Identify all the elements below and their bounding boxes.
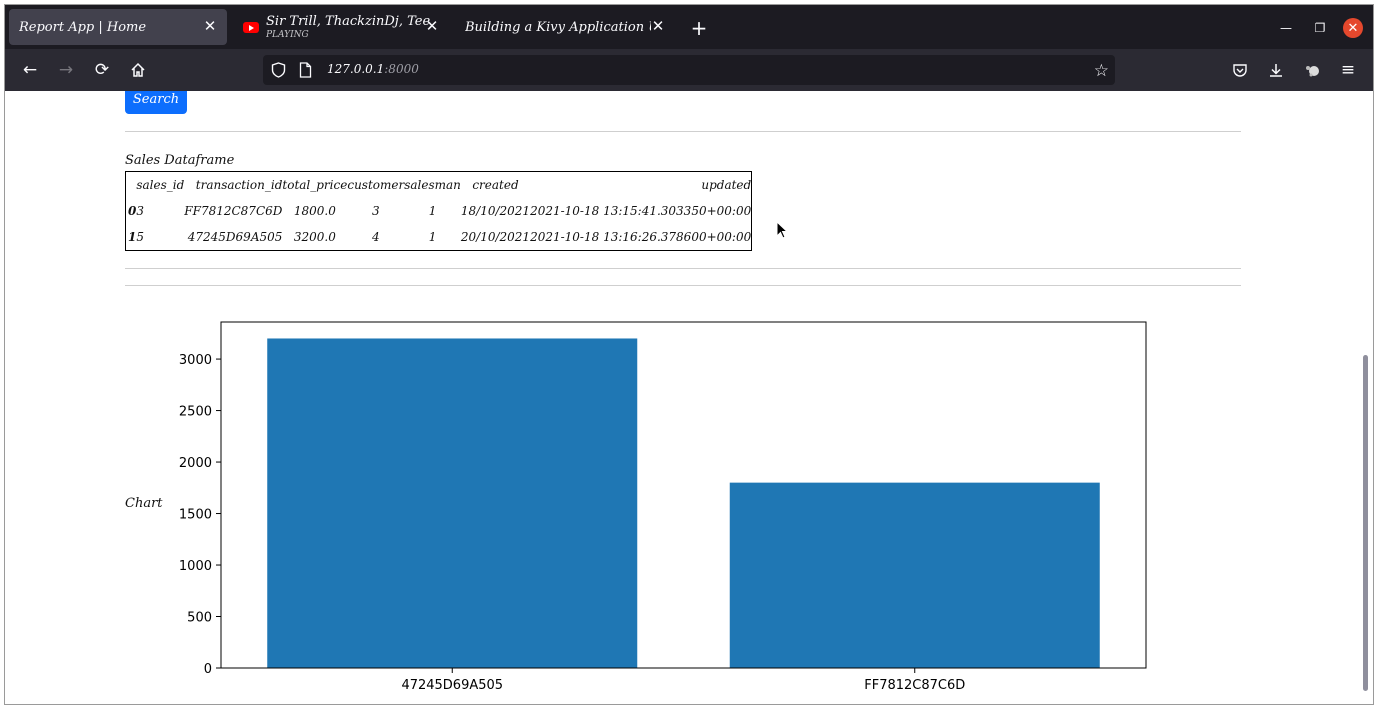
youtube-icon [243, 21, 259, 33]
sales-dataframe-table: sales_id transaction_id total_price cust… [125, 171, 753, 251]
column-header: salesman [404, 178, 461, 192]
close-tab-icon[interactable]: ✕ [649, 17, 667, 35]
tab-strip: Report App | Home ✕ Sir Trill, ThackzinD… [5, 5, 1373, 49]
home-icon[interactable] [125, 57, 151, 83]
chart-bar [729, 482, 1100, 668]
table-cell: 1 [128, 230, 137, 244]
table-cell: 1 [428, 204, 437, 218]
minimize-icon[interactable]: — [1275, 18, 1297, 38]
table-cell: FF7812C87C6D [184, 204, 283, 218]
divider [125, 268, 1241, 269]
table-cell: 5 [136, 230, 144, 244]
table-cell: 1800.0 [293, 204, 336, 218]
tab-playing-label: PLAYING [266, 30, 309, 40]
hamburger-menu-icon[interactable]: ≡ [1335, 57, 1361, 83]
url-bar[interactable]: 127.0.0.1:8000 ☆ [263, 55, 1115, 85]
y-tick-label: 2500 [179, 405, 212, 420]
table-cell: 47245D69A505 [187, 230, 283, 244]
divider [125, 285, 1241, 286]
y-tick-label: 1500 [179, 508, 212, 523]
scrollbar-thumb[interactable] [1363, 355, 1368, 691]
close-tab-icon[interactable]: ✕ [201, 17, 219, 35]
mouse-cursor-icon [776, 221, 789, 239]
new-tab-plus-icon[interactable]: + [687, 16, 711, 40]
url-port: :8000 [384, 62, 419, 76]
restore-icon[interactable]: ❐ [1309, 18, 1331, 38]
tab-youtube[interactable]: Sir Trill, ThackzinDj, Tee Jay - PLAYING… [233, 9, 449, 45]
table-cell: 1 [428, 230, 437, 244]
bar-chart: 47245D69A505 FF7812C87C6D 0 500 1000 1500 2000… [179, 321, 1147, 693]
table-cell: 2021-10-18 13:16:26.378600+00:00 [530, 230, 752, 244]
table-cell: 3200.0 [293, 230, 336, 244]
column-header: total_price [282, 178, 348, 192]
shield-icon[interactable] [271, 62, 286, 82]
y-tick-label: 3000 [179, 353, 212, 368]
url-text[interactable]: 127.0.0.1:8000 [327, 62, 419, 76]
dataframe-title: Sales Dataframe [125, 153, 235, 168]
back-arrow-icon[interactable]: ← [17, 57, 43, 83]
y-tick-label: 1000 [179, 559, 212, 574]
y-tick-label: 0 [204, 662, 212, 677]
y-tick-label: 500 [187, 611, 212, 626]
forward-arrow-icon[interactable]: → [53, 57, 79, 83]
page-info-icon[interactable] [299, 62, 312, 82]
table-cell: 0 [128, 204, 137, 218]
tab-title: Report App | Home [19, 19, 147, 35]
x-tick-label: FF7812C87C6D [864, 678, 965, 693]
table-cell: 4 [371, 230, 380, 244]
table-cell: 3 [371, 204, 380, 218]
table-header-row: sales_id transaction_id total_price cust… [126, 172, 752, 199]
column-header: sales_id [136, 178, 185, 192]
table-cell: 20/10/2021 [460, 230, 531, 244]
url-host: 127.0.0.1 [327, 62, 385, 76]
tab-title: Building a Kivy Application Using [465, 19, 651, 35]
divider [125, 131, 1241, 132]
page-content: Search Sales Dataframe sales_id transact… [5, 91, 1361, 704]
window-close-icon[interactable]: ✕ [1343, 18, 1363, 38]
table-cell: 18/10/2021 [460, 204, 531, 218]
table-row: 1 5 47245D69A505 3200.0 4 1 20/10/2021 2… [126, 224, 752, 251]
tab-report-app[interactable]: Report App | Home ✕ [9, 9, 227, 45]
close-tab-icon[interactable]: ✕ [423, 17, 441, 35]
column-header: transaction_id [195, 178, 283, 192]
bookmark-star-icon[interactable]: ☆ [1094, 61, 1109, 81]
chart-bar [267, 338, 638, 668]
y-tick-label: 2000 [179, 456, 212, 471]
column-header: customer [347, 178, 405, 192]
tab-kivy[interactable]: Building a Kivy Application Using ✕ [455, 9, 675, 45]
x-tick-label: 47245D69A505 [401, 678, 503, 693]
table-cell: 3 [136, 204, 144, 218]
reload-icon[interactable]: ⟳ [89, 57, 115, 83]
downloads-icon[interactable] [1263, 57, 1289, 83]
tab-title: Sir Trill, ThackzinDj, Tee Jay - [266, 14, 432, 29]
column-header [126, 172, 137, 199]
navigation-toolbar: ← → ⟳ 127.0.0.1:8000 ☆ ≡ [5, 49, 1373, 91]
table-cell: 2021-10-18 13:15:41.303350+00:00 [530, 204, 752, 218]
pocket-icon[interactable] [1227, 57, 1253, 83]
extension-icon[interactable] [1299, 57, 1325, 83]
search-button[interactable]: Search [125, 91, 187, 114]
column-header: created [472, 178, 519, 192]
column-header: updated [701, 178, 752, 192]
table-row: 0 3 FF7812C87C6D 1800.0 3 1 18/10/2021 2… [126, 198, 752, 224]
browser-window: Report App | Home ✕ Sir Trill, ThackzinD… [5, 5, 1373, 704]
